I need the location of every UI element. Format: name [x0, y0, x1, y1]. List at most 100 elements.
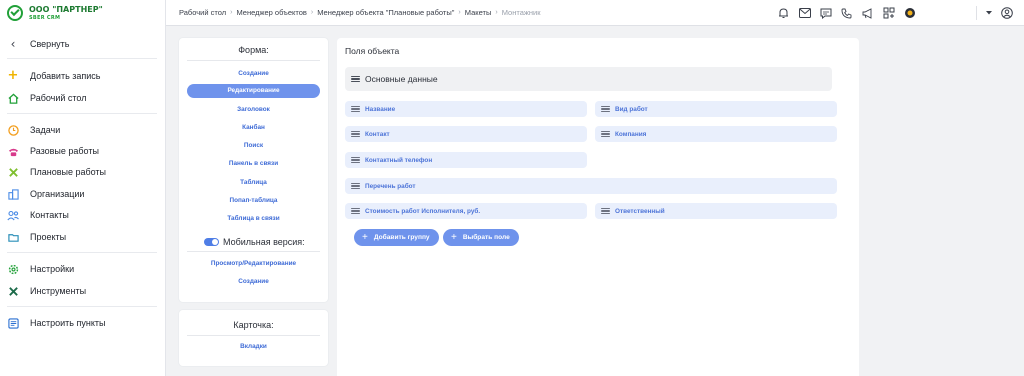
field-item[interactable]: Компания — [595, 126, 837, 142]
drag-handle-icon[interactable] — [351, 157, 360, 163]
list-settings-icon — [7, 317, 19, 329]
bell-icon[interactable] — [777, 7, 790, 20]
sidebar-item-collapse[interactable]: ‹ Свернуть — [0, 34, 166, 54]
breadcrumb-current: Монтажник — [501, 8, 541, 17]
card-link-tabs[interactable]: Вкладки — [179, 343, 328, 350]
form-link-search[interactable]: Поиск — [179, 142, 328, 149]
product-name: SBER CRM — [29, 14, 61, 21]
form-link-related-panel[interactable]: Панель в связи — [179, 160, 328, 167]
card-panel-title: Карточка: — [233, 320, 274, 330]
form-link-related-table[interactable]: Таблица в связи — [179, 215, 328, 222]
drag-handle-icon[interactable] — [601, 208, 610, 214]
form-link-edit[interactable]: Редактирование — [187, 84, 320, 98]
wrench-icon — [7, 285, 19, 297]
sidebar-divider — [7, 58, 157, 59]
plus-icon: + — [451, 231, 457, 243]
field-group[interactable]: Основные данные — [345, 67, 832, 91]
sidebar-item-add-record[interactable]: + Добавить запись — [0, 66, 166, 86]
contacts-icon — [7, 209, 19, 221]
sidebar-item-desktop[interactable]: Рабочий стол — [0, 88, 166, 108]
panel-title: Поля объекта — [345, 46, 400, 56]
folder-icon — [7, 231, 19, 243]
modules-icon[interactable] — [882, 7, 895, 20]
chevron-right-icon: › — [495, 9, 498, 16]
form-link-popup-table[interactable]: Попап-таблица — [179, 197, 328, 204]
sidebar-item-label: Плановые работы — [30, 167, 107, 177]
chevron-left-icon: ‹ — [10, 37, 16, 51]
brand[interactable]: ООО "ПАРТНЕР" SBER CRM — [0, 1, 165, 25]
drag-handle-icon[interactable] — [601, 106, 610, 112]
breadcrumb-item[interactable]: Рабочий стол — [179, 8, 226, 17]
sidebar-item-tools[interactable]: Инструменты — [0, 281, 166, 301]
field-label: Компания — [615, 130, 647, 138]
mobile-link-create[interactable]: Создание — [179, 278, 328, 285]
field-label: Вид работ — [615, 105, 648, 113]
object-fields-panel: Поля объекта Основные данные Название Ви… — [337, 38, 859, 376]
brand-text: ООО "ПАРТНЕР" SBER CRM — [29, 5, 103, 22]
drag-handle-icon[interactable] — [351, 131, 360, 137]
sidebar-item-planned-works[interactable]: Плановые работы — [0, 162, 166, 182]
chat-icon[interactable] — [819, 7, 832, 20]
mobile-link-view-edit[interactable]: Просмотр/Редактирование — [179, 260, 328, 267]
status-icon[interactable] — [903, 7, 916, 20]
add-group-button[interactable]: + Добавить группу — [354, 229, 439, 246]
form-link-kanban[interactable]: Канбан — [179, 124, 328, 131]
sidebar-item-contacts[interactable]: Контакты — [0, 205, 166, 225]
sidebar-divider — [7, 306, 157, 307]
field-item[interactable]: Перечень работ — [345, 178, 837, 194]
form-link-header[interactable]: Заголовок — [179, 106, 328, 113]
breadcrumb-item[interactable]: Менеджер объектов — [236, 8, 306, 17]
mobile-version-label: Мобильная версия: — [223, 237, 305, 247]
field-item[interactable]: Вид работ — [595, 101, 837, 117]
sidebar-item-settings[interactable]: Настройки — [0, 259, 166, 279]
field-item[interactable]: Стоимость работ Исполнителя, руб. — [345, 203, 587, 219]
sidebar-item-one-time-works[interactable]: Разовые работы — [0, 141, 166, 161]
chevron-right-icon: › — [458, 9, 461, 16]
form-link-table[interactable]: Таблица — [179, 179, 328, 186]
choose-field-button[interactable]: + Выбрать поле — [443, 229, 519, 246]
sidebar-item-organizations[interactable]: Организации — [0, 184, 166, 204]
sidebar-item-label: Проекты — [30, 232, 67, 242]
dropdown-caret-icon[interactable] — [982, 6, 995, 19]
top-actions — [769, 6, 916, 20]
field-label: Ответственный — [615, 207, 665, 215]
field-label: Перечень работ — [365, 182, 416, 190]
drag-handle-icon[interactable] — [351, 76, 360, 82]
chevron-right-icon: › — [230, 9, 233, 16]
phone-icon[interactable] — [840, 7, 853, 20]
clock-icon — [7, 124, 19, 136]
field-item[interactable]: Контактный телефон — [345, 152, 587, 168]
drag-handle-icon[interactable] — [601, 131, 610, 137]
mobile-version-toggle[interactable] — [204, 238, 219, 246]
breadcrumb-item[interactable]: Менеджер объекта "Плановые работы" — [317, 8, 454, 17]
drag-handle-icon[interactable] — [351, 183, 360, 189]
add-group-label: Добавить группу — [373, 234, 430, 241]
sidebar-item-label: Контакты — [30, 210, 69, 220]
company-name: ООО "ПАРТНЕР" — [29, 4, 103, 14]
top-bar: Рабочий стол › Менеджер объектов › Менед… — [166, 0, 1024, 26]
megaphone-icon[interactable] — [861, 7, 874, 20]
form-link-create[interactable]: Создание — [179, 70, 328, 77]
field-group-label: Основные данные — [365, 74, 438, 84]
field-item[interactable]: Название — [345, 101, 587, 117]
sidebar-item-label: Свернуть — [30, 39, 70, 49]
sidebar-item-projects[interactable]: Проекты — [0, 227, 166, 247]
field-item[interactable]: Контакт — [345, 126, 587, 142]
tools-cross-icon — [7, 166, 19, 178]
divider — [187, 335, 320, 336]
drag-handle-icon[interactable] — [351, 106, 360, 112]
gear-icon — [7, 263, 19, 275]
sidebar-item-label: Инструменты — [30, 286, 87, 296]
field-item[interactable]: Ответственный — [595, 203, 837, 219]
divider — [187, 251, 320, 252]
sidebar-item-configure[interactable]: Настроить пункты — [0, 313, 166, 333]
sidebar-item-tasks[interactable]: Задачи — [0, 120, 166, 140]
sidebar: ООО "ПАРТНЕР" SBER CRM ‹ Свернуть + Доба… — [0, 0, 166, 376]
mail-icon[interactable] — [798, 7, 811, 20]
breadcrumb-item[interactable]: Макеты — [465, 8, 492, 17]
topbar-divider — [976, 6, 977, 20]
form-panel-title: Форма: — [238, 45, 269, 55]
user-icon[interactable] — [1000, 6, 1013, 19]
drag-handle-icon[interactable] — [351, 208, 360, 214]
choose-field-label: Выбрать поле — [462, 234, 510, 241]
